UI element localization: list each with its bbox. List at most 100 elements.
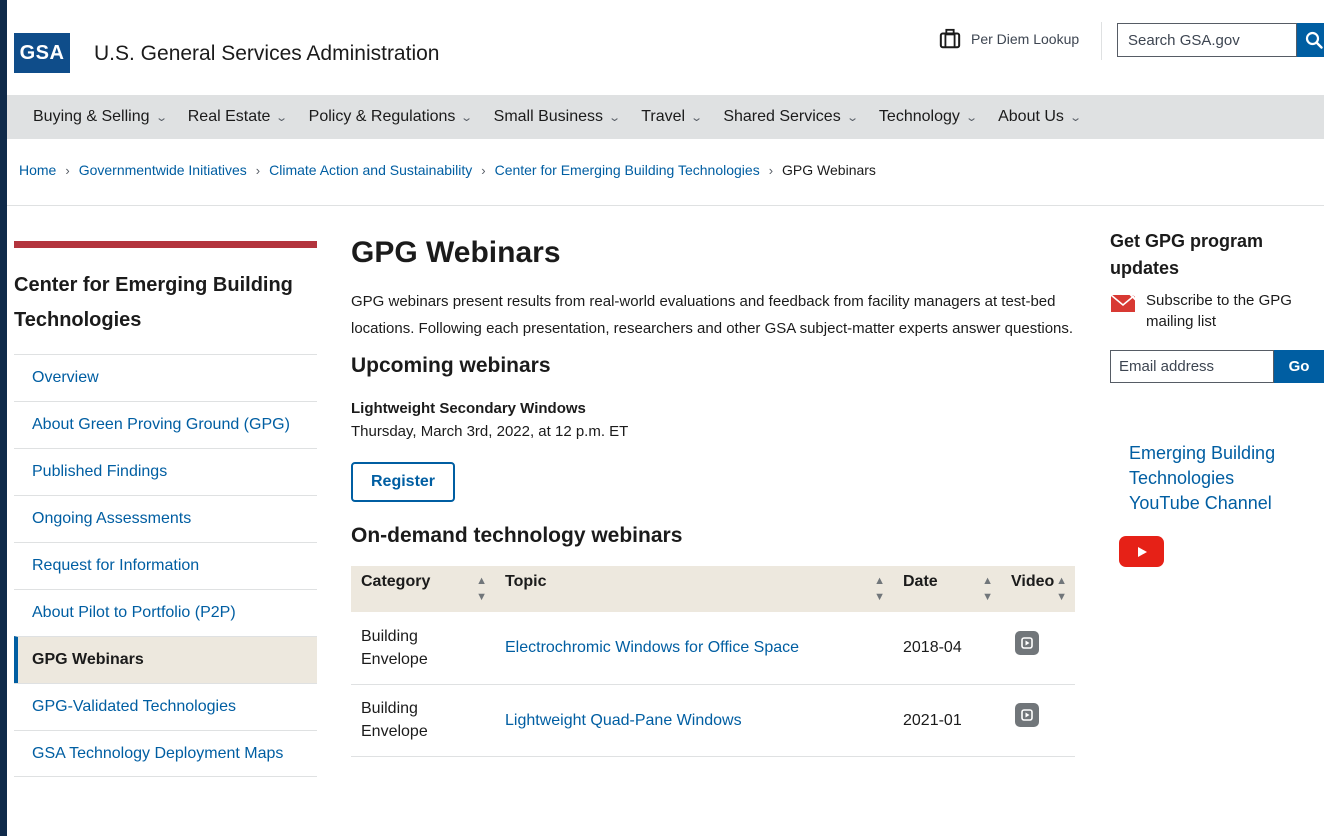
nav-label: Shared Services xyxy=(723,108,841,125)
nav-label: Small Business xyxy=(493,108,604,125)
column-label: Video xyxy=(1011,573,1055,590)
sidebar-item-request-for-information[interactable]: Request for Information xyxy=(14,542,317,589)
search-button[interactable] xyxy=(1297,23,1324,57)
right-rail: Get GPG program updates Subscribe to the… xyxy=(1110,228,1324,567)
chevron-down-icon: ⌄ xyxy=(1069,111,1082,124)
nav-label: Buying & Selling xyxy=(33,108,150,125)
chevron-down-icon: ⌄ xyxy=(275,111,289,124)
table-header-row: Category ▲ ▼ Topic ▲ ▼ Date ▲ ▼ Video ▲ ▼ xyxy=(351,566,1075,612)
nav-label: About Us xyxy=(998,108,1064,125)
column-header-category[interactable]: Category ▲ ▼ xyxy=(351,566,495,612)
chevron-down-icon: ⌄ xyxy=(608,111,622,124)
column-label: Category xyxy=(361,573,431,590)
sidebar-item-about-gpg[interactable]: About Green Proving Ground (GPG) xyxy=(14,401,317,448)
upcoming-heading: Upcoming webinars xyxy=(351,354,551,377)
breadcrumb-governmentwide-initiatives[interactable]: Governmentwide Initiatives xyxy=(79,162,247,178)
go-button[interactable]: Go xyxy=(1274,350,1324,383)
column-label: Date xyxy=(903,573,938,590)
main-content: GPG Webinars GPG webinars present result… xyxy=(351,230,1075,757)
upcoming-event-title: Lightweight Secondary Windows xyxy=(351,400,586,417)
sidebar-item-gpg-validated-tech[interactable]: GPG-Validated Technologies xyxy=(14,683,317,730)
cell-date: 2021-01 xyxy=(893,684,1001,757)
nav-label: Travel xyxy=(641,108,686,125)
sidebar-item-ongoing-assessments[interactable]: Ongoing Assessments xyxy=(14,495,317,542)
column-header-topic[interactable]: Topic ▲ ▼ xyxy=(495,566,893,612)
webinars-table: Category ▲ ▼ Topic ▲ ▼ Date ▲ ▼ Video ▲ ▼ Buildi… xyxy=(351,566,1075,757)
sort-icon[interactable]: ▲ ▼ xyxy=(476,573,487,605)
cell-category: Building Envelope xyxy=(351,684,495,757)
ondemand-heading: On-demand technology webinars xyxy=(351,524,683,547)
nav-policy-regulations[interactable]: Policy & Regulations ⌄ xyxy=(308,108,474,126)
cell-video xyxy=(1001,612,1075,685)
chevron-down-icon: ⌄ xyxy=(965,111,978,124)
search-input[interactable] xyxy=(1117,23,1297,57)
email-signup: Go xyxy=(1110,350,1324,383)
header-divider xyxy=(1101,22,1102,60)
chevron-down-icon: ⌄ xyxy=(845,111,859,124)
search-icon xyxy=(1305,31,1323,49)
breadcrumb-divider xyxy=(7,205,1324,206)
column-header-video[interactable]: Video ▲ ▼ xyxy=(1001,566,1075,612)
breadcrumb-current: GPG Webinars xyxy=(782,162,876,178)
table-row: Building Envelope Lightweight Quad-Pane … xyxy=(351,684,1075,757)
play-video-icon[interactable] xyxy=(1015,630,1039,655)
chevron-down-icon: ⌄ xyxy=(154,111,168,124)
subscribe-text: Subscribe to the GPG mailing list xyxy=(1146,292,1292,330)
nav-label: Policy & Regulations xyxy=(308,108,456,125)
subscribe-link[interactable]: Subscribe to the GPG mailing list xyxy=(1110,290,1324,332)
sidebar-item-published-findings[interactable]: Published Findings xyxy=(14,448,317,495)
intro-paragraph: GPG webinars present results from real-w… xyxy=(351,293,1074,337)
breadcrumb-separator-icon: › xyxy=(768,162,774,178)
breadcrumb: Home › Governmentwide Initiatives › Clim… xyxy=(19,162,876,178)
table-row: Building Envelope Electrochromic Windows… xyxy=(351,612,1075,685)
upcoming-event-date: Thursday, March 3rd, 2022, at 12 p.m. ET xyxy=(351,423,629,440)
nav-technology[interactable]: Technology ⌄ xyxy=(878,108,978,126)
page-title: GPG Webinars xyxy=(351,236,561,269)
chevron-down-icon: ⌄ xyxy=(690,111,704,124)
per-diem-link[interactable]: Per Diem Lookup xyxy=(939,28,1079,50)
cell-topic-link[interactable]: Electrochromic Windows for Office Space xyxy=(495,612,893,685)
sidebar-accent-bar xyxy=(14,241,317,248)
email-field[interactable] xyxy=(1110,350,1274,383)
sidebar-item-about-p2p[interactable]: About Pilot to Portfolio (P2P) xyxy=(14,589,317,636)
cell-video xyxy=(1001,684,1075,757)
column-header-date[interactable]: Date ▲ ▼ xyxy=(893,566,1001,612)
breadcrumb-center-emerging-tech[interactable]: Center for Emerging Building Technologie… xyxy=(495,162,760,178)
nav-small-business[interactable]: Small Business ⌄ xyxy=(493,108,622,126)
sort-icon[interactable]: ▲ ▼ xyxy=(982,573,993,605)
per-diem-label: Per Diem Lookup xyxy=(971,31,1080,47)
site-name[interactable]: U.S. General Services Administration xyxy=(94,42,439,66)
youtube-channel-link[interactable]: Emerging Building Technologies YouTube C… xyxy=(1129,441,1309,516)
site-header: GSA U.S. General Services Administration… xyxy=(7,0,1324,95)
nav-travel[interactable]: Travel ⌄ xyxy=(641,108,704,126)
chevron-down-icon: ⌄ xyxy=(460,111,474,124)
youtube-icon[interactable] xyxy=(1119,536,1164,567)
primary-nav: Buying & Selling ⌄ Real Estate ⌄ Policy & … xyxy=(7,95,1324,139)
rail-title: Get GPG program updates xyxy=(1110,231,1264,278)
nav-about-us[interactable]: About Us ⌄ xyxy=(998,108,1082,126)
sidebar-heading: Center for Emerging Building Technologie… xyxy=(14,274,293,331)
nav-shared-services[interactable]: Shared Services ⌄ xyxy=(723,108,859,126)
envelope-icon xyxy=(1110,292,1138,312)
play-video-icon[interactable] xyxy=(1015,703,1039,727)
sort-icon[interactable]: ▲ ▼ xyxy=(1056,573,1067,605)
nav-real-estate[interactable]: Real Estate ⌄ xyxy=(188,108,289,126)
sort-icon[interactable]: ▲ ▼ xyxy=(874,573,885,605)
cell-category: Building Envelope xyxy=(351,612,495,685)
nav-label: Technology xyxy=(878,108,960,125)
sidebar-item-deployment-maps[interactable]: GSA Technology Deployment Maps xyxy=(14,730,317,777)
gsa-logo[interactable]: GSA xyxy=(14,33,70,73)
breadcrumb-separator-icon: › xyxy=(481,162,486,178)
sidebar-item-gpg-webinars[interactable]: GPG Webinars xyxy=(14,636,317,683)
cell-date: 2018-04 xyxy=(893,612,1001,685)
sidebar-nav: Overview About Green Proving Ground (GPG… xyxy=(14,354,317,777)
breadcrumb-climate-action[interactable]: Climate Action and Sustainability xyxy=(269,162,472,178)
breadcrumb-home[interactable]: Home xyxy=(19,162,56,178)
cell-topic-link[interactable]: Lightweight Quad-Pane Windows xyxy=(495,684,893,757)
nav-buying-selling[interactable]: Buying & Selling ⌄ xyxy=(33,108,168,126)
page: GSA U.S. General Services Administration… xyxy=(7,0,1324,836)
breadcrumb-separator-icon: › xyxy=(255,162,261,178)
sidebar-item-overview[interactable]: Overview xyxy=(14,354,317,401)
register-button[interactable]: Register xyxy=(351,462,456,502)
suitcase-icon xyxy=(939,28,961,49)
